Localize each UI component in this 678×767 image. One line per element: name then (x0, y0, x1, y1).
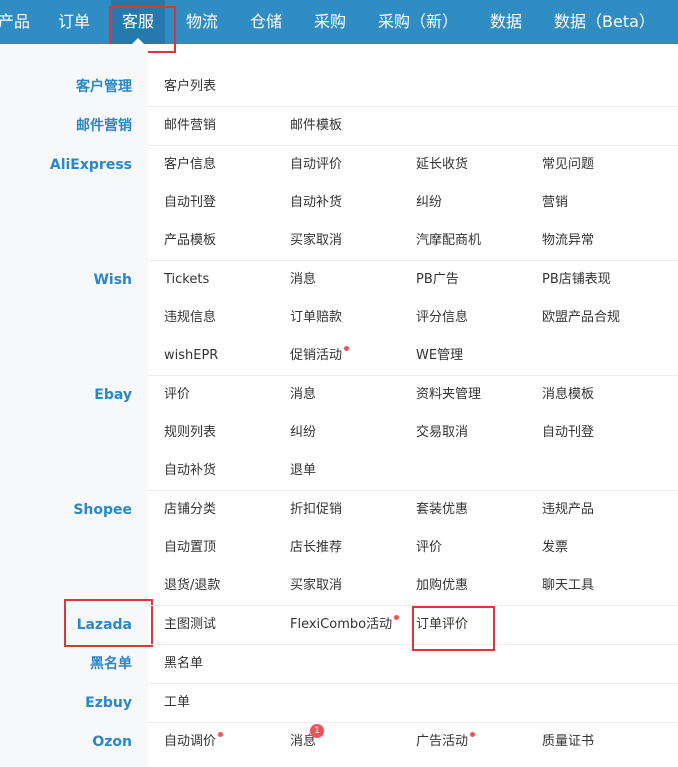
nav-item-orders[interactable]: 订单 (58, 0, 90, 44)
menu-item-tickets[interactable]: Tickets (164, 270, 209, 290)
menu-item-quality-certificate[interactable]: 质量证书 (542, 732, 594, 752)
menu-item-auto-restock[interactable]: 自动补货 (164, 461, 216, 481)
divider (148, 260, 678, 261)
menu-item-pb-ads[interactable]: PB广告 (416, 270, 459, 290)
divider (148, 145, 678, 146)
menu-item-chat-tool[interactable]: 聊天工具 (542, 576, 594, 596)
menu-item-logistics-exception[interactable]: 物流异常 (542, 231, 594, 251)
menu-item-ad-campaigns[interactable]: 广告活动 (416, 732, 476, 752)
menu-item-we-management[interactable]: WE管理 (416, 346, 463, 366)
menu-item-buyer-cancel[interactable]: 买家取消 (290, 576, 342, 596)
divider (148, 605, 678, 606)
menu-item-auto-pricing[interactable]: 自动调价 (164, 732, 224, 752)
unread-count-badge: 1 (310, 724, 325, 738)
menu-item-product-template[interactable]: 产品模板 (164, 231, 216, 251)
menu-item-violation-products[interactable]: 违规产品 (542, 500, 594, 520)
menu-item-rating-info[interactable]: 评分信息 (416, 308, 468, 328)
divider (148, 683, 678, 684)
menu-item-message-template[interactable]: 消息模板 (542, 385, 594, 405)
category-lazada: Lazada (76, 617, 132, 633)
notification-dot (218, 732, 224, 737)
menu-item-messages[interactable]: 消息 (290, 270, 316, 290)
menu-item-label: 促销活动 (290, 348, 343, 363)
category-customer-management: 客户管理 (76, 79, 132, 95)
nav-item-products[interactable]: 产品 (0, 0, 30, 44)
menu-item-return-refund[interactable]: 退货/退款 (164, 576, 220, 596)
menu-item-auto-listing[interactable]: 自动刊登 (542, 423, 594, 443)
notification-dot (394, 615, 400, 620)
divider (148, 644, 678, 645)
divider (148, 375, 678, 376)
menu-item-rule-list[interactable]: 规则列表 (164, 423, 216, 443)
divider (148, 106, 678, 107)
menu-item-messages[interactable]: 消息 1 (290, 724, 325, 752)
menu-item-faq[interactable]: 常见问题 (542, 155, 594, 175)
menu-item-auto-restock[interactable]: 自动补货 (290, 193, 342, 213)
category-ozon: Ozon (92, 734, 132, 750)
top-nav-bar: 产品 订单 客服 物流 仓储 采购 采购（新） 数据 数据（Beta） (0, 0, 678, 44)
nav-item-customer-service[interactable]: 客服 (111, 0, 165, 44)
menu-item-transaction-cancel[interactable]: 交易取消 (416, 423, 468, 443)
menu-item-label: 自动调价 (164, 734, 217, 749)
menu-item-auto-bump[interactable]: 自动置顶 (164, 538, 216, 558)
menu-item-marketing[interactable]: 营销 (542, 193, 568, 213)
menu-item-violation-info[interactable]: 违规信息 (164, 308, 216, 328)
menu-item-reviews[interactable]: 评价 (416, 538, 442, 558)
menu-item-order-reviews[interactable]: 订单评价 (416, 615, 468, 635)
menu-item-auto-review[interactable]: 自动评价 (290, 155, 342, 175)
menu-item-flexicombo[interactable]: FlexiCombo活动 (290, 615, 400, 635)
menu-item-messages[interactable]: 消息 (290, 385, 316, 405)
menu-item-customer-info[interactable]: 客户信息 (164, 155, 216, 175)
menu-item-feedback[interactable]: 评价 (164, 385, 190, 405)
notification-dot (470, 732, 476, 737)
menu-item-main-image-test[interactable]: 主图测试 (164, 615, 216, 635)
category-ezbuy: Ezbuy (85, 695, 132, 711)
menu-item-email-marketing[interactable]: 邮件营销 (164, 116, 216, 136)
menu-item-store-category[interactable]: 店铺分类 (164, 500, 216, 520)
nav-item-purchasing[interactable]: 采购 (314, 0, 346, 44)
menu-item-disputes[interactable]: 纠纷 (416, 193, 442, 213)
menu-item-invoice[interactable]: 发票 (542, 538, 568, 558)
menu-item-auto-parts-opportunity[interactable]: 汽摩配商机 (416, 231, 481, 251)
divider (148, 722, 678, 723)
menu-item-label: FlexiCombo活动 (290, 617, 393, 632)
menu-item-customer-list[interactable]: 客户列表 (164, 77, 216, 97)
category-email-marketing: 邮件营销 (76, 118, 132, 134)
nav-item-data[interactable]: 数据 (490, 0, 522, 44)
menu-item-wish-epr[interactable]: wishEPR (164, 346, 218, 366)
menu-item-blacklist[interactable]: 黑名单 (164, 654, 203, 674)
menu-item-label: 广告活动 (416, 734, 469, 749)
category-sidebar: 客户管理 邮件营销 AliExpress Wish Ebay Shopee La… (0, 44, 148, 767)
menu-item-add-on-deal[interactable]: 加购优惠 (416, 576, 468, 596)
menu-item-shop-recommend[interactable]: 店长推荐 (290, 538, 342, 558)
menu-item-discount-promotion[interactable]: 折扣促销 (290, 500, 342, 520)
nav-item-purchasing-new[interactable]: 采购（新） (378, 0, 458, 44)
nav-item-warehouse[interactable]: 仓储 (250, 0, 282, 44)
category-blacklist: 黑名单 (90, 656, 132, 672)
menu-item-eu-product-compliance[interactable]: 欧盟产品合规 (542, 308, 620, 328)
menu-item-chargeback[interactable]: 退单 (290, 461, 316, 481)
nav-item-data-beta[interactable]: 数据（Beta） (554, 0, 655, 44)
category-aliexpress: AliExpress (49, 157, 132, 173)
nav-item-logistics[interactable]: 物流 (186, 0, 218, 44)
menu-item-order-compensation[interactable]: 订单赔款 (290, 308, 342, 328)
menu-item-pb-store-performance[interactable]: PB店铺表现 (542, 270, 611, 290)
menu-item-bundle-deal[interactable]: 套装优惠 (416, 500, 468, 520)
category-ebay: Ebay (94, 387, 132, 403)
category-shopee: Shopee (73, 502, 132, 518)
menu-item-promotions[interactable]: 促销活动 (290, 346, 350, 366)
divider (148, 490, 678, 491)
menu-item-buyer-cancel[interactable]: 买家取消 (290, 231, 342, 251)
menu-item-email-template[interactable]: 邮件模板 (290, 116, 342, 136)
menu-item-folder-management[interactable]: 资料夹管理 (416, 385, 481, 405)
menu-item-extend-receipt[interactable]: 延长收货 (416, 155, 468, 175)
menu-item-disputes[interactable]: 纠纷 (290, 423, 316, 443)
notification-dot (344, 346, 350, 351)
menu-item-auto-listing[interactable]: 自动刊登 (164, 193, 216, 213)
menu-item-work-order[interactable]: 工单 (164, 693, 190, 713)
category-wish: Wish (93, 272, 132, 288)
